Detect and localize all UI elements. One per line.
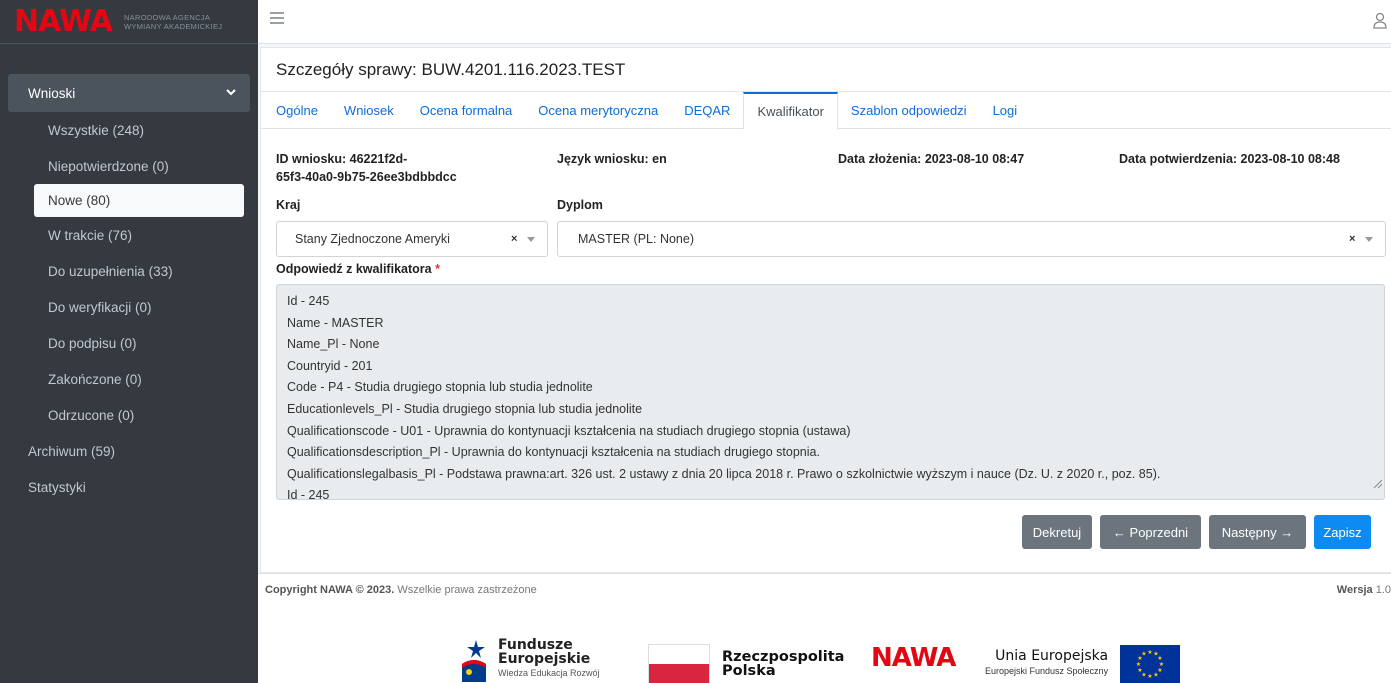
sidebar-item-w-trakcie[interactable]: W trakcie (76): [0, 217, 258, 253]
previous-button[interactable]: ← Poprzedni: [1100, 515, 1201, 549]
answer-label-text: Odpowiedź z kwalifikatora: [276, 262, 432, 276]
dekretuj-button[interactable]: Dekretuj: [1022, 515, 1092, 549]
resize-handle-icon[interactable]: [1373, 475, 1383, 497]
diploma-select-value: MASTER (PL: None): [578, 232, 695, 246]
application-id-line2: 65f3-40a0-9b75-26ee3bdbbdcc: [276, 170, 457, 184]
brand-subtitle-line2: WYMIANY AKADEMICKIEJ: [123, 21, 223, 31]
rzeczpospolita-polska-logo: Rzeczpospolita Polska: [648, 644, 844, 683]
tab-szablon-odpowiedzi[interactable]: Szablon odpowiedzi: [838, 92, 980, 129]
version-label: Wersja: [1336, 584, 1373, 596]
fundusze-europejskie-emblem-icon: [460, 638, 490, 682]
sidebar-item-archiwum[interactable]: Archiwum (59): [0, 433, 258, 469]
dropdown-arrow-icon[interactable]: [1365, 235, 1385, 244]
rp-line1: Rzeczpospolita: [722, 649, 845, 665]
sidebar: NAWA NARODOWA AGENCJA WYMIANY AKADEMICKI…: [0, 0, 258, 683]
user-icon[interactable]: [1373, 12, 1387, 30]
required-mark: *: [435, 262, 440, 276]
brand-subtitle: NARODOWA AGENCJA WYMIANY AKADEMICKIEJ: [124, 13, 222, 31]
footer: Copyright NAWA © 2023. Wszelkie prawa za…: [258, 573, 1391, 683]
sidebar-item-niepotwierdzone[interactable]: Niepotwierdzone (0): [0, 148, 258, 184]
fe-line2: Europejskie: [498, 651, 591, 667]
nawa-footer-logo-text: NAWA: [871, 643, 956, 673]
partner-logos: Fundusze Europejskie Wiedza Edukacja Roz…: [258, 632, 1391, 683]
answer-line: Name - MASTER: [287, 315, 384, 330]
answer-line: Qualificationsdescription_Pl - Uprawnia …: [287, 445, 820, 460]
svg-text:★: ★: [1147, 649, 1152, 656]
copyright-rest: Wszelkie prawa zastrzeżone: [394, 584, 537, 596]
ue-line2: Europejski Fundusz Społeczny: [985, 666, 1109, 676]
sidebar-group-label: Wnioski: [28, 85, 76, 101]
answer-label: Odpowiedź z kwalifikatora *: [276, 262, 440, 276]
answer-line: Id - 245: [287, 294, 330, 308]
answer-line: Name_Pl - None: [287, 337, 380, 352]
topbar: [258, 0, 1391, 44]
tab-logi[interactable]: Logi: [980, 92, 1031, 129]
brand-subtitle-line1: NARODOWA AGENCJA: [123, 12, 211, 22]
version-value: 1.0: [1375, 584, 1391, 596]
sidebar-item-zakonczone[interactable]: Zakończone (0): [0, 361, 258, 397]
svg-text:★: ★: [1153, 672, 1158, 679]
tab-ocena-formalna[interactable]: Ocena formalna: [407, 92, 526, 129]
country-select[interactable]: Stany Zjednoczone Ameryki ×: [276, 221, 548, 257]
diploma-label: Dyplom: [557, 198, 603, 212]
sidebar-group-wnioski[interactable]: Wnioski: [8, 74, 250, 112]
rp-line2: Polska: [722, 663, 776, 679]
clear-icon[interactable]: ×: [511, 233, 527, 245]
application-id: ID wniosku: 46221f2d- 65f3-40a0-9b75-26e…: [276, 150, 457, 186]
unia-europejska-logo: Unia Europejska Europejski Fundusz Społe…: [985, 645, 1181, 683]
application-id-line1: ID wniosku: 46221f2d-: [276, 152, 408, 166]
clear-icon[interactable]: ×: [1349, 233, 1365, 245]
answer-line: Code - P4 - Studia drugiego stopnia lub …: [287, 380, 593, 395]
chevron-down-icon: [226, 88, 236, 99]
svg-text:★: ★: [1141, 651, 1146, 658]
diploma-select[interactable]: MASTER (PL: None) ×: [557, 221, 1386, 257]
answer-line: Qualificationslegalbasis_Pl - Podstawa p…: [287, 466, 1161, 481]
save-button[interactable]: Zapisz: [1314, 515, 1371, 549]
sidebar-nav: Wnioski Wszystkie (248) Niepotwierdzone …: [0, 44, 258, 505]
polish-flag-icon: [648, 644, 710, 683]
nawa-logo: NAWA: [14, 3, 113, 39]
tab-wniosek[interactable]: Wniosek: [331, 92, 407, 129]
ue-line1: Unia Europejska: [995, 648, 1109, 664]
svg-text:★: ★: [1137, 667, 1142, 674]
brand[interactable]: NAWA NARODOWA AGENCJA WYMIANY AKADEMICKI…: [0, 0, 258, 44]
hamburger-menu-icon[interactable]: [270, 12, 284, 26]
answer-line: Educationlevels_Pl - Studia drugiego sto…: [287, 401, 643, 416]
svg-text:★: ★: [1136, 661, 1141, 668]
case-details-card: Szczegóły sprawy: BUW.4201.116.2023.TEST…: [260, 47, 1391, 573]
version: Wersja 1.0: [1337, 584, 1391, 596]
eu-flag-icon: ★ ★★ ★★★ ★★★ ★★★: [1120, 645, 1181, 683]
tabs: Ogólne Wniosek Ocena formalna Ocena mery…: [261, 92, 1391, 130]
copyright: Copyright NAWA © 2023. Wszelkie prawa za…: [265, 584, 537, 596]
tab-deqar[interactable]: DEQAR: [671, 92, 743, 129]
fundusze-europejskie-logo: Fundusze Europejskie Wiedza Edukacja Roz…: [460, 638, 600, 682]
dropdown-arrow-icon[interactable]: [527, 235, 547, 244]
next-button[interactable]: Następny →: [1209, 515, 1306, 549]
copyright-bold: Copyright NAWA © 2023.: [265, 584, 395, 596]
fe-line1: Fundusze: [498, 637, 573, 653]
nawa-footer-logo: NAWA: [871, 643, 956, 673]
answer-line: Id - 245: [287, 488, 330, 500]
tab-kwalifikator[interactable]: Kwalifikator: [743, 92, 838, 130]
fe-line3: Wiedza Edukacja Rozwój: [498, 668, 600, 678]
answer-line: Qualificationscode - U01 - Uprawnia do k…: [287, 423, 851, 438]
qualifier-answer-textarea[interactable]: Id - 245 Name - MASTER Name_Pl - None Co…: [276, 284, 1385, 500]
sidebar-item-wszystkie[interactable]: Wszystkie (248): [0, 112, 258, 148]
sidebar-item-nowe[interactable]: Nowe (80): [34, 184, 244, 217]
country-label: Kraj: [276, 198, 301, 212]
sidebar-item-odrzucone[interactable]: Odrzucone (0): [0, 397, 258, 433]
answer-line: Countryid - 201: [287, 358, 373, 373]
svg-text:★: ★: [1147, 673, 1152, 680]
page-title: Szczegóły sprawy: BUW.4201.116.2023.TEST: [261, 48, 1391, 92]
confirmation-date: Data potwierdzenia: 2023-08-10 08:48: [1119, 152, 1340, 166]
sidebar-item-do-podpisu[interactable]: Do podpisu (0): [0, 325, 258, 361]
tab-ogolne[interactable]: Ogólne: [263, 92, 331, 129]
application-language: Język wniosku: en: [557, 152, 667, 166]
submission-date: Data złożenia: 2023-08-10 08:47: [838, 152, 1025, 166]
sidebar-item-do-uzupelnienia[interactable]: Do uzupełnienia (33): [0, 253, 258, 289]
country-select-value: Stany Zjednoczone Ameryki: [295, 232, 450, 246]
sidebar-item-do-weryfikacji[interactable]: Do weryfikacji (0): [0, 289, 258, 325]
tab-ocena-merytoryczna[interactable]: Ocena merytoryczna: [525, 92, 671, 129]
sidebar-item-statystyki[interactable]: Statystyki: [0, 469, 258, 505]
